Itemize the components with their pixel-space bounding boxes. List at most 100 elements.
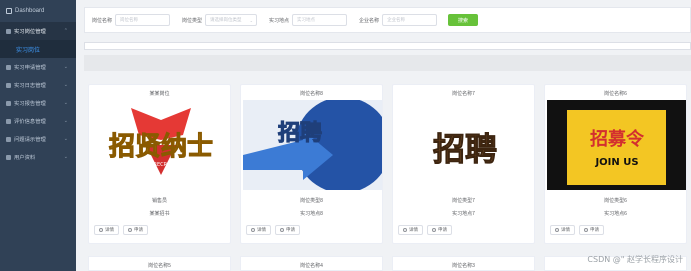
card-location: 实习地点8 xyxy=(300,211,323,217)
sidebar-item-label: 实习日志管理 xyxy=(14,83,46,89)
sidebar-item-label: 实习申请管理 xyxy=(14,65,46,71)
apply-label: 申请 xyxy=(438,227,447,232)
sidebar-item-logs[interactable]: 实习日志管理 ⌄ xyxy=(0,76,76,94)
recruit-text: 招贤纳士 xyxy=(109,131,213,162)
apps-icon xyxy=(6,64,11,70)
sidebar-item-evaluations[interactable]: 评价信息管理 ⌄ xyxy=(0,112,76,130)
card-location: 某某招书 xyxy=(149,211,170,217)
chevron-down-icon: ⌄ xyxy=(63,154,68,160)
sidebar-brand[interactable]: Dashboard xyxy=(0,0,76,22)
search-icon xyxy=(99,228,103,232)
post-card[interactable]: 岗位名称7 招聘 岗位类型7 实习地点7 详情 申请 xyxy=(392,84,535,244)
company-input[interactable]: 企业名称 xyxy=(382,14,438,26)
dashboard-icon xyxy=(6,8,12,14)
recruit-text: 招募令 xyxy=(590,128,645,150)
search-icon xyxy=(251,228,255,232)
heart-icon xyxy=(432,228,436,232)
label-post-name: 岗位名称 xyxy=(92,17,113,24)
watermark: CSDN @" 赵学长程序设计 xyxy=(587,255,683,264)
location-input[interactable]: 实习地点 xyxy=(292,14,348,26)
label-location: 实习地点 xyxy=(269,17,290,24)
sidebar-item-reports[interactable]: 实习报告管理 ⌄ xyxy=(0,94,76,112)
submenu-item-internship-post[interactable]: 实习岗位 xyxy=(0,40,76,58)
card-title: 某某岗位 xyxy=(149,91,170,97)
submenu-label: 实习岗位 xyxy=(16,47,41,54)
label-post-type: 岗位类型 xyxy=(182,17,203,24)
briefcase-icon xyxy=(6,28,11,34)
card-title: 岗位名称3 xyxy=(452,263,475,269)
post-card[interactable]: 岗位名称5 xyxy=(88,256,231,271)
search-icon xyxy=(555,228,559,232)
search-button[interactable]: 搜索 xyxy=(448,14,479,26)
section-band xyxy=(84,55,691,71)
toolbar-strip xyxy=(84,42,691,50)
post-card[interactable]: 岗位名称4 xyxy=(240,256,383,271)
sidebar: Dashboard 实习岗位管理 ⌃ 实习岗位 实习申请管理 ⌄ 实习日志管理 … xyxy=(0,0,76,271)
folder-icon xyxy=(6,154,11,160)
apply-button[interactable]: 申请 xyxy=(123,225,148,235)
recruit-text: 招聘 xyxy=(278,121,322,146)
sidebar-item-label: 问题请示管理 xyxy=(14,137,46,143)
chevron-down-icon: ⌄ xyxy=(63,118,68,124)
chevron-up-icon: ⌃ xyxy=(63,28,68,34)
label-company: 企业名称 xyxy=(359,17,380,24)
card-post-type: 岗位类型7 xyxy=(452,198,475,204)
detail-button[interactable]: 详情 xyxy=(550,225,575,235)
search-icon xyxy=(403,228,407,232)
post-card[interactable]: 岗位名称6 招募令 JOIN US 岗位类型6 实习地点6 详情 申请 xyxy=(544,84,687,244)
heart-icon xyxy=(280,228,284,232)
sidebar-item-label: 用户资料 xyxy=(14,155,36,161)
apply-label: 申请 xyxy=(134,227,143,232)
sidebar-item-internship-posts[interactable]: 实习岗位管理 ⌃ xyxy=(0,22,76,40)
detail-label: 详情 xyxy=(257,227,266,232)
doc-icon xyxy=(6,118,11,124)
detail-label: 详情 xyxy=(409,227,418,232)
detail-label: 详情 xyxy=(561,227,570,232)
post-type-select[interactable]: 请选择岗位类型 ⌄ xyxy=(205,14,258,26)
chevron-down-icon: ⌄ xyxy=(63,136,68,142)
post-type-placeholder: 请选择岗位类型 xyxy=(210,17,242,22)
recruit-subtext: JOIN US xyxy=(594,157,638,168)
card-post-type: 岗位类型8 xyxy=(300,198,323,204)
card-title: 岗位名称4 xyxy=(300,263,323,269)
detail-button[interactable]: 详情 xyxy=(246,225,271,235)
user-icon xyxy=(6,100,11,106)
apply-label: 申请 xyxy=(590,227,599,232)
card-title: 岗位名称5 xyxy=(148,263,171,269)
sidebar-item-label: 实习报告管理 xyxy=(14,101,46,107)
brand-label: Dashboard xyxy=(15,8,45,14)
post-card[interactable]: 岗位名称3 xyxy=(392,256,535,271)
sidebar-item-profile[interactable]: 用户资料 ⌄ xyxy=(0,148,76,166)
post-name-input[interactable]: 岗位名称 xyxy=(115,14,171,26)
chevron-down-icon: ⌄ xyxy=(63,64,68,70)
card-title: 岗位名称7 xyxy=(452,91,475,97)
recruit-subtext: RECRUITING xyxy=(154,162,185,168)
post-image: 招聘 xyxy=(243,100,382,190)
post-card[interactable]: 某某岗位 招贤纳士 RECRUITING 销售员 某某招书 详情 申请 xyxy=(88,84,231,244)
post-card[interactable]: 岗位名称8 招聘 岗位类型8 实习地点8 详情 申请 xyxy=(240,84,383,244)
sidebar-item-label: 评价信息管理 xyxy=(14,119,46,125)
recruit-text: 招聘 xyxy=(433,130,497,168)
post-card-grid: 某某岗位 招贤纳士 RECRUITING 销售员 某某招书 详情 申请 岗位名称… xyxy=(84,80,691,271)
sidebar-item-label: 实习岗位管理 xyxy=(14,29,46,35)
card-location: 实习地点7 xyxy=(452,211,475,217)
card-location: 实习地点6 xyxy=(604,211,627,217)
chevron-down-icon: ⌄ xyxy=(63,100,68,106)
grid-icon xyxy=(6,82,11,88)
heart-icon xyxy=(584,228,588,232)
post-image: 招募令 JOIN US xyxy=(547,100,686,190)
question-icon xyxy=(6,136,11,142)
apply-button[interactable]: 申请 xyxy=(275,225,300,235)
post-image: 招聘 xyxy=(395,100,534,190)
card-post-type: 销售员 xyxy=(151,198,167,204)
detail-label: 详情 xyxy=(105,227,114,232)
search-form: 岗位名称 岗位名称 岗位类型 请选择岗位类型 ⌄ 实习地点 实习地点 企业名称 … xyxy=(84,7,691,33)
detail-button[interactable]: 详情 xyxy=(94,225,119,235)
sidebar-item-questions[interactable]: 问题请示管理 ⌄ xyxy=(0,130,76,148)
chevron-down-icon: ⌄ xyxy=(249,17,254,23)
apply-button[interactable]: 申请 xyxy=(427,225,452,235)
post-image: 招贤纳士 RECRUITING xyxy=(91,100,230,190)
apply-button[interactable]: 申请 xyxy=(579,225,604,235)
sidebar-item-applications[interactable]: 实习申请管理 ⌄ xyxy=(0,58,76,76)
detail-button[interactable]: 详情 xyxy=(398,225,423,235)
